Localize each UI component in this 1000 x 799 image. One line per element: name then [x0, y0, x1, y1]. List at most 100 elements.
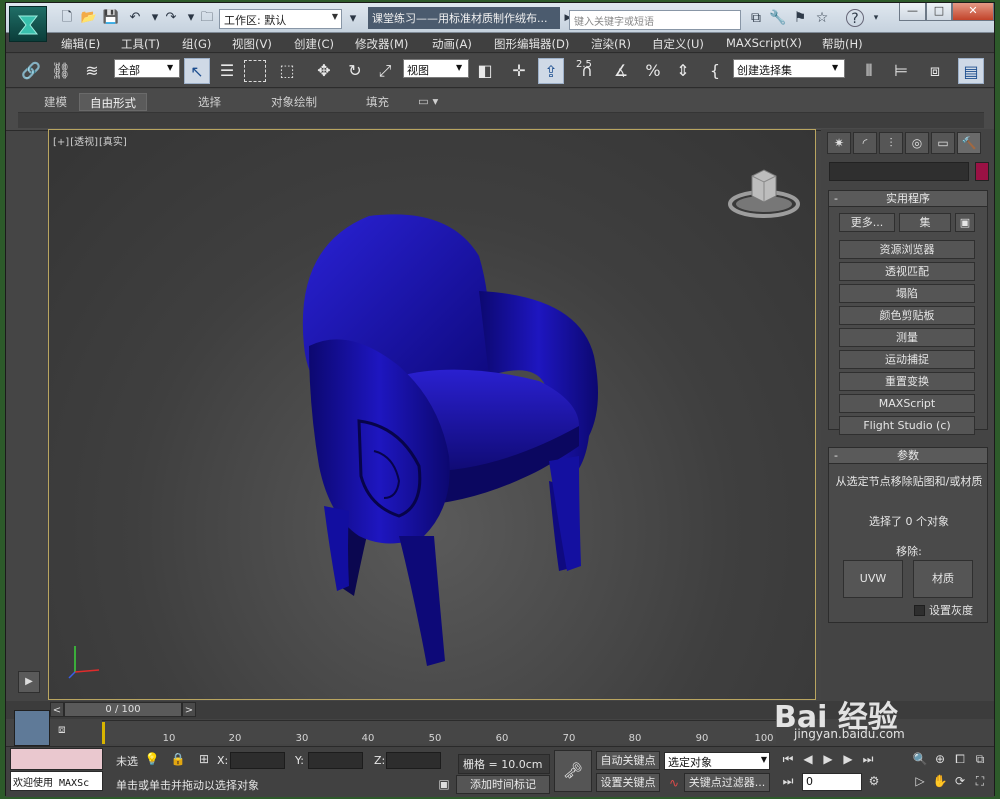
set-key-button[interactable]: 设置关键点: [596, 773, 660, 792]
select-by-name-icon[interactable]: ☰: [214, 58, 240, 84]
next-frame-icon[interactable]: ▶: [840, 751, 856, 767]
zoom-all-icon[interactable]: ⊕: [932, 751, 948, 767]
remove-material-button[interactable]: 材质: [913, 560, 973, 598]
rect-selection-icon[interactable]: [244, 60, 266, 82]
search-input[interactable]: 键入关键字或短语: [569, 10, 741, 30]
tab-selection[interactable]: 选择: [188, 93, 231, 111]
zoom-extents-icon[interactable]: ⧠: [952, 751, 968, 767]
key-filters-button[interactable]: 关键点过滤器...: [684, 773, 770, 792]
chair-model[interactable]: [249, 206, 609, 676]
more-utilities-button[interactable]: 更多...: [839, 213, 895, 232]
pivot-center-icon[interactable]: ◧: [472, 58, 498, 84]
key-search-icon[interactable]: 🔧: [768, 9, 788, 27]
help-icon[interactable]: ?: [846, 9, 864, 27]
maxscript-mini-listener[interactable]: 欢迎使用 MAXSc: [10, 771, 103, 791]
track-bar[interactable]: 10 20 30 40 50 60 70 80 90 100: [102, 720, 776, 744]
current-frame-field[interactable]: 0: [802, 773, 862, 791]
object-color-swatch[interactable]: [975, 162, 989, 181]
mini-curve-editor-icon[interactable]: ⧈: [58, 722, 66, 737]
tab-object-paint[interactable]: 对象绘制: [261, 93, 327, 111]
color-clipboard-button[interactable]: 颜色剪贴板: [839, 306, 975, 325]
select-object-icon[interactable]: ↖: [184, 58, 210, 84]
time-slider[interactable]: 0 / 100: [64, 702, 182, 717]
keyboard-shortcut-override-icon[interactable]: ⇪: [538, 58, 564, 84]
minimize-button[interactable]: —: [899, 3, 926, 21]
go-to-start-icon[interactable]: ⏮: [780, 751, 796, 767]
help-dropdown-icon[interactable]: ▾: [866, 9, 886, 27]
x-coordinate-field[interactable]: [230, 752, 285, 769]
parameters-rollout-header[interactable]: - 参数: [829, 448, 987, 464]
collapse-button[interactable]: 塌陷: [839, 284, 975, 303]
flight-studio-button[interactable]: Flight Studio (c): [839, 416, 975, 435]
motion-capture-button[interactable]: 运动捕捉: [839, 350, 975, 369]
viewport-layout-tab-icon[interactable]: ▶: [18, 671, 40, 693]
time-config-icon[interactable]: ⚙: [866, 773, 882, 789]
menu-maxscript[interactable]: MAXScript(X): [726, 36, 802, 50]
maxscript-button[interactable]: MAXScript: [839, 394, 975, 413]
display-icon[interactable]: ▭: [931, 132, 955, 154]
hierarchy-icon[interactable]: ⫶: [879, 132, 903, 154]
auto-key-button[interactable]: 自动关键点: [596, 751, 660, 770]
go-to-end-icon[interactable]: ⏭: [860, 751, 876, 767]
selection-lock-icon[interactable]: 🔒: [170, 751, 186, 767]
remove-uvw-button[interactable]: UVW: [843, 560, 903, 598]
utilities-rollout-header[interactable]: - 实用程序: [829, 191, 987, 207]
spinner-snap-icon[interactable]: ⇕: [670, 58, 696, 84]
set-gray-checkbox[interactable]: [914, 605, 925, 616]
new-file-icon[interactable]: 🗋: [58, 9, 76, 27]
modify-icon[interactable]: ◜: [853, 132, 877, 154]
named-selection-sets-dropdown[interactable]: 创建选择集 ▼: [733, 59, 845, 78]
viewport-menu-plus[interactable]: [+]: [53, 137, 69, 148]
maximize-button[interactable]: □: [926, 3, 952, 21]
measure-button[interactable]: 测量: [839, 328, 975, 347]
layer-manager-icon[interactable]: ⧈: [922, 58, 948, 84]
motion-icon[interactable]: ◎: [905, 132, 929, 154]
angle-snap-icon[interactable]: ∡: [608, 58, 634, 84]
viewcube-icon[interactable]: [724, 162, 804, 222]
field-of-view-icon[interactable]: ▷: [912, 773, 928, 789]
snaps-toggle-icon[interactable]: 2.5 ∩: [574, 58, 600, 84]
key-mode-dropdown[interactable]: 选定对象 ▼: [664, 752, 770, 770]
graphite-toggle-icon[interactable]: ▤: [958, 58, 984, 84]
binoculars-icon[interactable]: ⧉: [746, 9, 766, 27]
time-prev-button[interactable]: <: [50, 702, 64, 717]
open-file-icon[interactable]: 📂: [80, 9, 98, 27]
align-icon[interactable]: ⊨: [888, 58, 914, 84]
viewport-shading-label[interactable]: [真实]: [99, 137, 127, 148]
scale-icon[interactable]: ⤢: [372, 58, 398, 84]
favorites-icon[interactable]: ☆: [812, 9, 832, 27]
asset-browser-button[interactable]: 资源浏览器: [839, 240, 975, 259]
time-tag-icon[interactable]: ▣: [436, 776, 452, 792]
add-time-tag-button[interactable]: 添加时间标记: [456, 775, 550, 794]
move-icon[interactable]: ✥: [311, 58, 337, 84]
prev-frame-icon[interactable]: ◀: [800, 751, 816, 767]
save-icon[interactable]: 💾: [102, 9, 120, 27]
menu-modifiers[interactable]: 修改器(M): [355, 36, 408, 52]
menu-tools[interactable]: 工具(T): [121, 36, 160, 52]
utilities-icon[interactable]: 🔨: [957, 132, 981, 154]
menu-group[interactable]: 组(G): [182, 36, 211, 52]
orbit-icon[interactable]: ⟳: [952, 773, 968, 789]
select-manipulate-icon[interactable]: ✛: [506, 58, 532, 84]
link-icon[interactable]: 🔗: [18, 58, 44, 84]
tab-modeling[interactable]: 建模: [34, 93, 77, 111]
zoom-icon[interactable]: 🔍: [912, 751, 928, 767]
undo-icon[interactable]: ↶: [126, 9, 144, 27]
ribbon-options-icon[interactable]: ▭ ▾: [414, 93, 442, 111]
customize-qa-icon[interactable]: ▾: [344, 10, 362, 28]
menu-views[interactable]: 视图(V): [232, 36, 272, 52]
menu-rendering[interactable]: 渲染(R): [591, 36, 631, 52]
object-name-field[interactable]: [829, 162, 969, 181]
window-crossing-icon[interactable]: ⬚: [274, 58, 300, 84]
menu-animation[interactable]: 动画(A): [432, 36, 472, 52]
rotate-icon[interactable]: ↻: [342, 58, 368, 84]
maximize-viewport-icon[interactable]: ⛶: [972, 773, 988, 789]
close-button[interactable]: ✕: [952, 3, 994, 21]
sets-button[interactable]: 集: [899, 213, 951, 232]
viewport-pov-label[interactable]: [透视]: [70, 137, 98, 148]
menu-customize[interactable]: 自定义(U): [652, 36, 704, 52]
current-frame-marker[interactable]: [102, 722, 105, 744]
configure-sets-icon[interactable]: ▣: [955, 213, 975, 232]
set-key-icon[interactable]: 🗝: [554, 750, 592, 792]
isolate-selection-icon[interactable]: 💡: [144, 751, 160, 767]
